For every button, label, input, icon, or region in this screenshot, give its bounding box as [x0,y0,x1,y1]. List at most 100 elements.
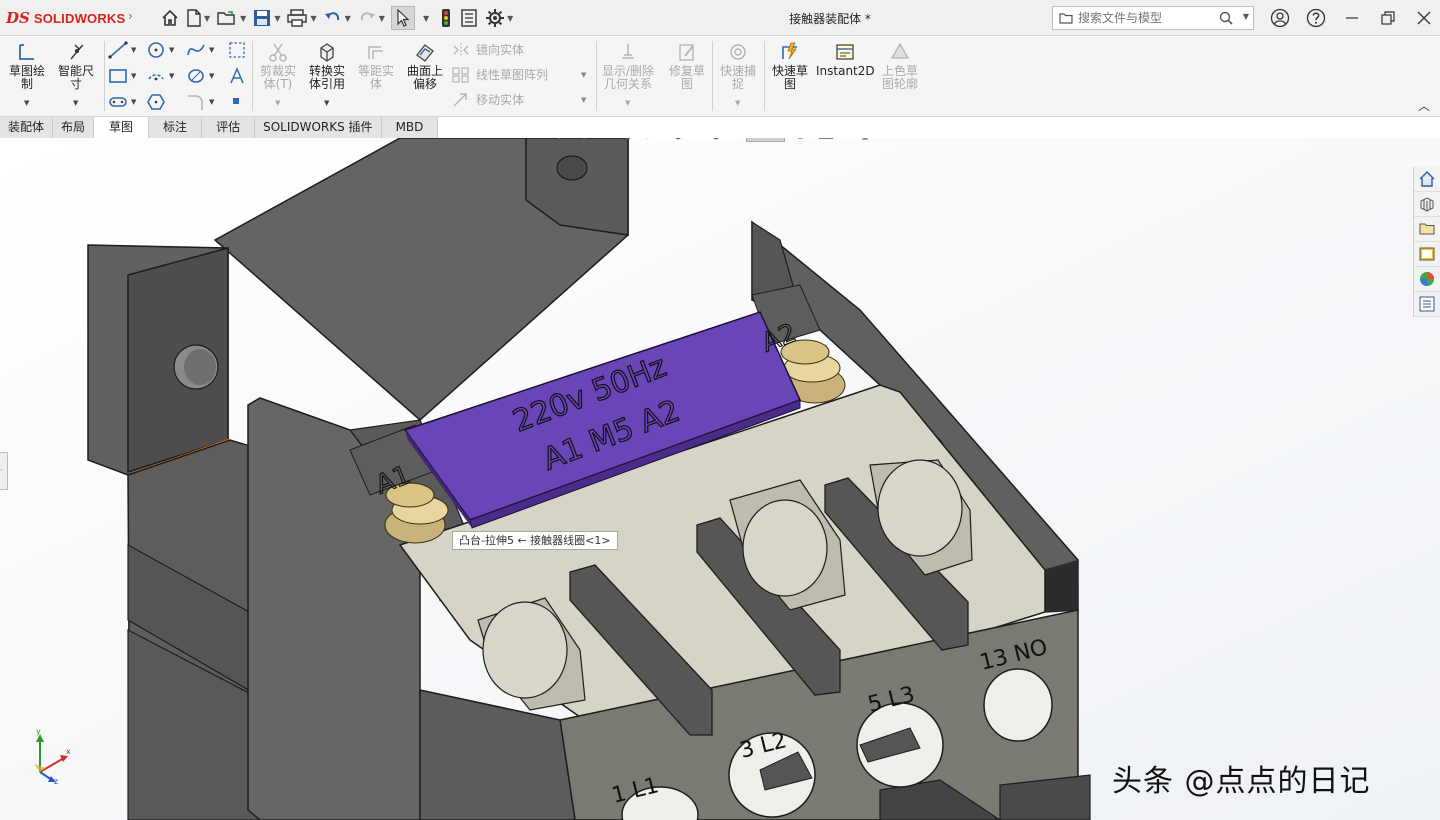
task-pane-home-tab[interactable] [1414,167,1440,192]
convert-chevron-down-icon[interactable]: ▼ [324,99,329,107]
ellipse-tool[interactable]: ▼ [186,67,214,85]
text-tool[interactable] [228,67,246,85]
restore-button[interactable] [1370,11,1406,25]
account-button[interactable] [1262,8,1298,28]
search-chevron-down-icon[interactable]: ▼ [1243,12,1249,21]
pattern-chevron-down-icon[interactable]: ▼ [581,71,586,79]
undo-button[interactable]: ▼ [323,6,351,30]
quick-snap-chevron-down-icon[interactable]: ▼ [735,99,740,107]
dynamic-annotation-button[interactable] [644,138,662,141]
hide-show-items-button[interactable]: ▼ [745,138,786,142]
new-document-button[interactable]: ▼ [186,6,210,30]
task-pane-view-palette-tab[interactable] [1414,242,1440,267]
help-button[interactable] [1298,8,1334,28]
spline-tool[interactable]: ▼ [186,41,214,59]
chevron-down-icon[interactable]: ▼ [507,14,513,23]
chevron-down-icon[interactable]: ▼ [169,72,174,80]
tab-sketch[interactable]: 草图 [94,117,150,138]
quick-snaps-button[interactable]: 快速捕 捉 [713,41,763,91]
view-orientation-button[interactable]: ▼ [669,138,700,141]
task-pane-resources-tab[interactable] [1414,192,1440,217]
chevron-down-icon[interactable]: ▼ [209,46,214,54]
task-pane-file-explorer-tab[interactable] [1414,217,1440,242]
select-chevron-down-icon[interactable]: ▼ [423,14,429,23]
feature-manager-flyout-handle[interactable]: ◦ [0,452,8,490]
search-input[interactable] [1078,8,1218,28]
display-delete-relations-button[interactable]: 显示/删除 几何关系 [597,41,659,91]
rapid-sketch-button[interactable]: 快速草 图 [765,41,815,91]
offset-on-surface-button[interactable]: 曲面上 偏移 [400,41,450,91]
chevron-down-icon[interactable]: ▼ [169,46,174,54]
line-tool[interactable]: ▼ [108,41,136,59]
previous-view-button[interactable] [594,138,612,141]
print-button[interactable]: ▼ [286,6,317,30]
tab-markup[interactable]: 标注 [149,117,203,138]
rebuild-button[interactable] [439,6,453,30]
tab-mbd[interactable]: MBD [381,117,439,138]
section-view-button[interactable] [619,138,637,141]
offset-entities-button[interactable]: 等距实 体 [351,41,401,91]
move-entities-button[interactable]: 移动实体 [452,91,524,108]
graphics-area[interactable]: 220v 50Hz A1 M5 A2 A1 A2 1 L1 3 L2 5 L3 … [0,138,1440,820]
arc-tool[interactable]: ▼ [146,67,174,85]
fillet-tool[interactable]: ▼ [186,93,214,111]
rectangle-tool[interactable]: ▼ [108,67,136,85]
linear-sketch-pattern-button[interactable]: 线性草图阵列 [452,66,548,83]
view-settings-button[interactable]: ▼ [856,138,887,141]
chevron-down-icon[interactable]: ▼ [131,46,136,54]
chevron-down-icon[interactable]: ▼ [209,98,214,106]
redo-button[interactable]: ▼ [357,6,385,30]
trim-entities-button[interactable]: 剪裁实 体(T) [253,41,303,91]
mirror-entities-button[interactable]: 镜向实体 [452,41,524,58]
chevron-down-icon[interactable]: ▼ [345,14,351,23]
minimize-button[interactable] [1334,11,1370,25]
construction-geometry-tool[interactable] [228,41,246,59]
trim-chevron-down-icon[interactable]: ▼ [275,99,280,107]
chevron-down-icon[interactable]: ▼ [209,72,214,80]
convert-entities-button[interactable]: 转换实 体引用 [302,41,352,91]
zoom-to-fit-button[interactable] [544,138,562,141]
task-pane-custom-properties-tab[interactable] [1414,292,1440,317]
chevron-down-icon[interactable]: ▼ [131,98,136,106]
relations-chevron-down-icon[interactable]: ▼ [625,99,630,107]
chevron-down-icon[interactable]: ▼ [131,72,136,80]
chevron-down-icon[interactable]: ▼ [240,14,246,23]
options-button[interactable]: ▼ [485,6,513,30]
select-button[interactable] [390,6,415,30]
chevron-down-icon[interactable]: ▼ [310,14,316,23]
home-button[interactable] [160,6,180,30]
open-document-button[interactable]: ▼ [216,6,246,30]
tab-solidworks-addins[interactable]: SOLIDWORKS 插件 [255,117,382,138]
polygon-tool[interactable] [146,93,166,111]
display-style-button[interactable]: ▼ [707,138,738,141]
tab-layout[interactable]: 布局 [53,117,95,138]
move-chevron-down-icon[interactable]: ▼ [581,96,586,104]
zoom-to-area-button[interactable] [569,138,587,141]
task-pane-appearances-tab[interactable] [1414,267,1440,292]
collapse-ribbon-chevron-up-icon[interactable]: ︿ [1418,97,1430,114]
file-properties-button[interactable] [459,6,479,30]
instant2d-button[interactable]: Instant2D [816,41,875,78]
edit-appearance-button[interactable] [792,138,810,141]
model-scene[interactable]: 220v 50Hz A1 M5 A2 A1 A2 1 L1 3 L2 5 L3 … [0,138,1440,820]
search-box[interactable]: ▼ [1052,6,1254,30]
smart-dimension-button[interactable]: 智能尺 寸 [51,41,101,91]
slot-tool[interactable]: ▼ [108,93,136,111]
chevron-down-icon[interactable]: ▼ [274,14,280,23]
tab-evaluate[interactable]: 评估 [202,117,256,138]
chevron-down-icon[interactable]: ▼ [204,14,210,23]
tab-assembly[interactable]: 装配体 [0,117,54,138]
smart-dimension-chevron-down-icon[interactable]: ▼ [73,99,78,107]
app-logo[interactable]: DS SOLIDWORKS [6,8,125,28]
save-button[interactable]: ▼ [252,6,280,30]
chevron-down-icon[interactable]: ▼ [379,14,385,23]
circle-tool[interactable]: ▼ [146,41,174,59]
point-tool[interactable] [232,97,240,105]
sketch-button[interactable]: 草图绘 制 [2,41,52,91]
repair-sketch-button[interactable]: 修复草 图 [662,41,712,91]
shaded-sketch-contours-button[interactable]: 上色草 图轮廓 [875,41,925,91]
app-menu-chevron-icon[interactable]: › [128,9,133,23]
sketch-chevron-down-icon[interactable]: ▼ [24,99,29,107]
apply-scene-button[interactable]: ▼ [817,138,848,141]
close-button[interactable] [1406,11,1440,25]
